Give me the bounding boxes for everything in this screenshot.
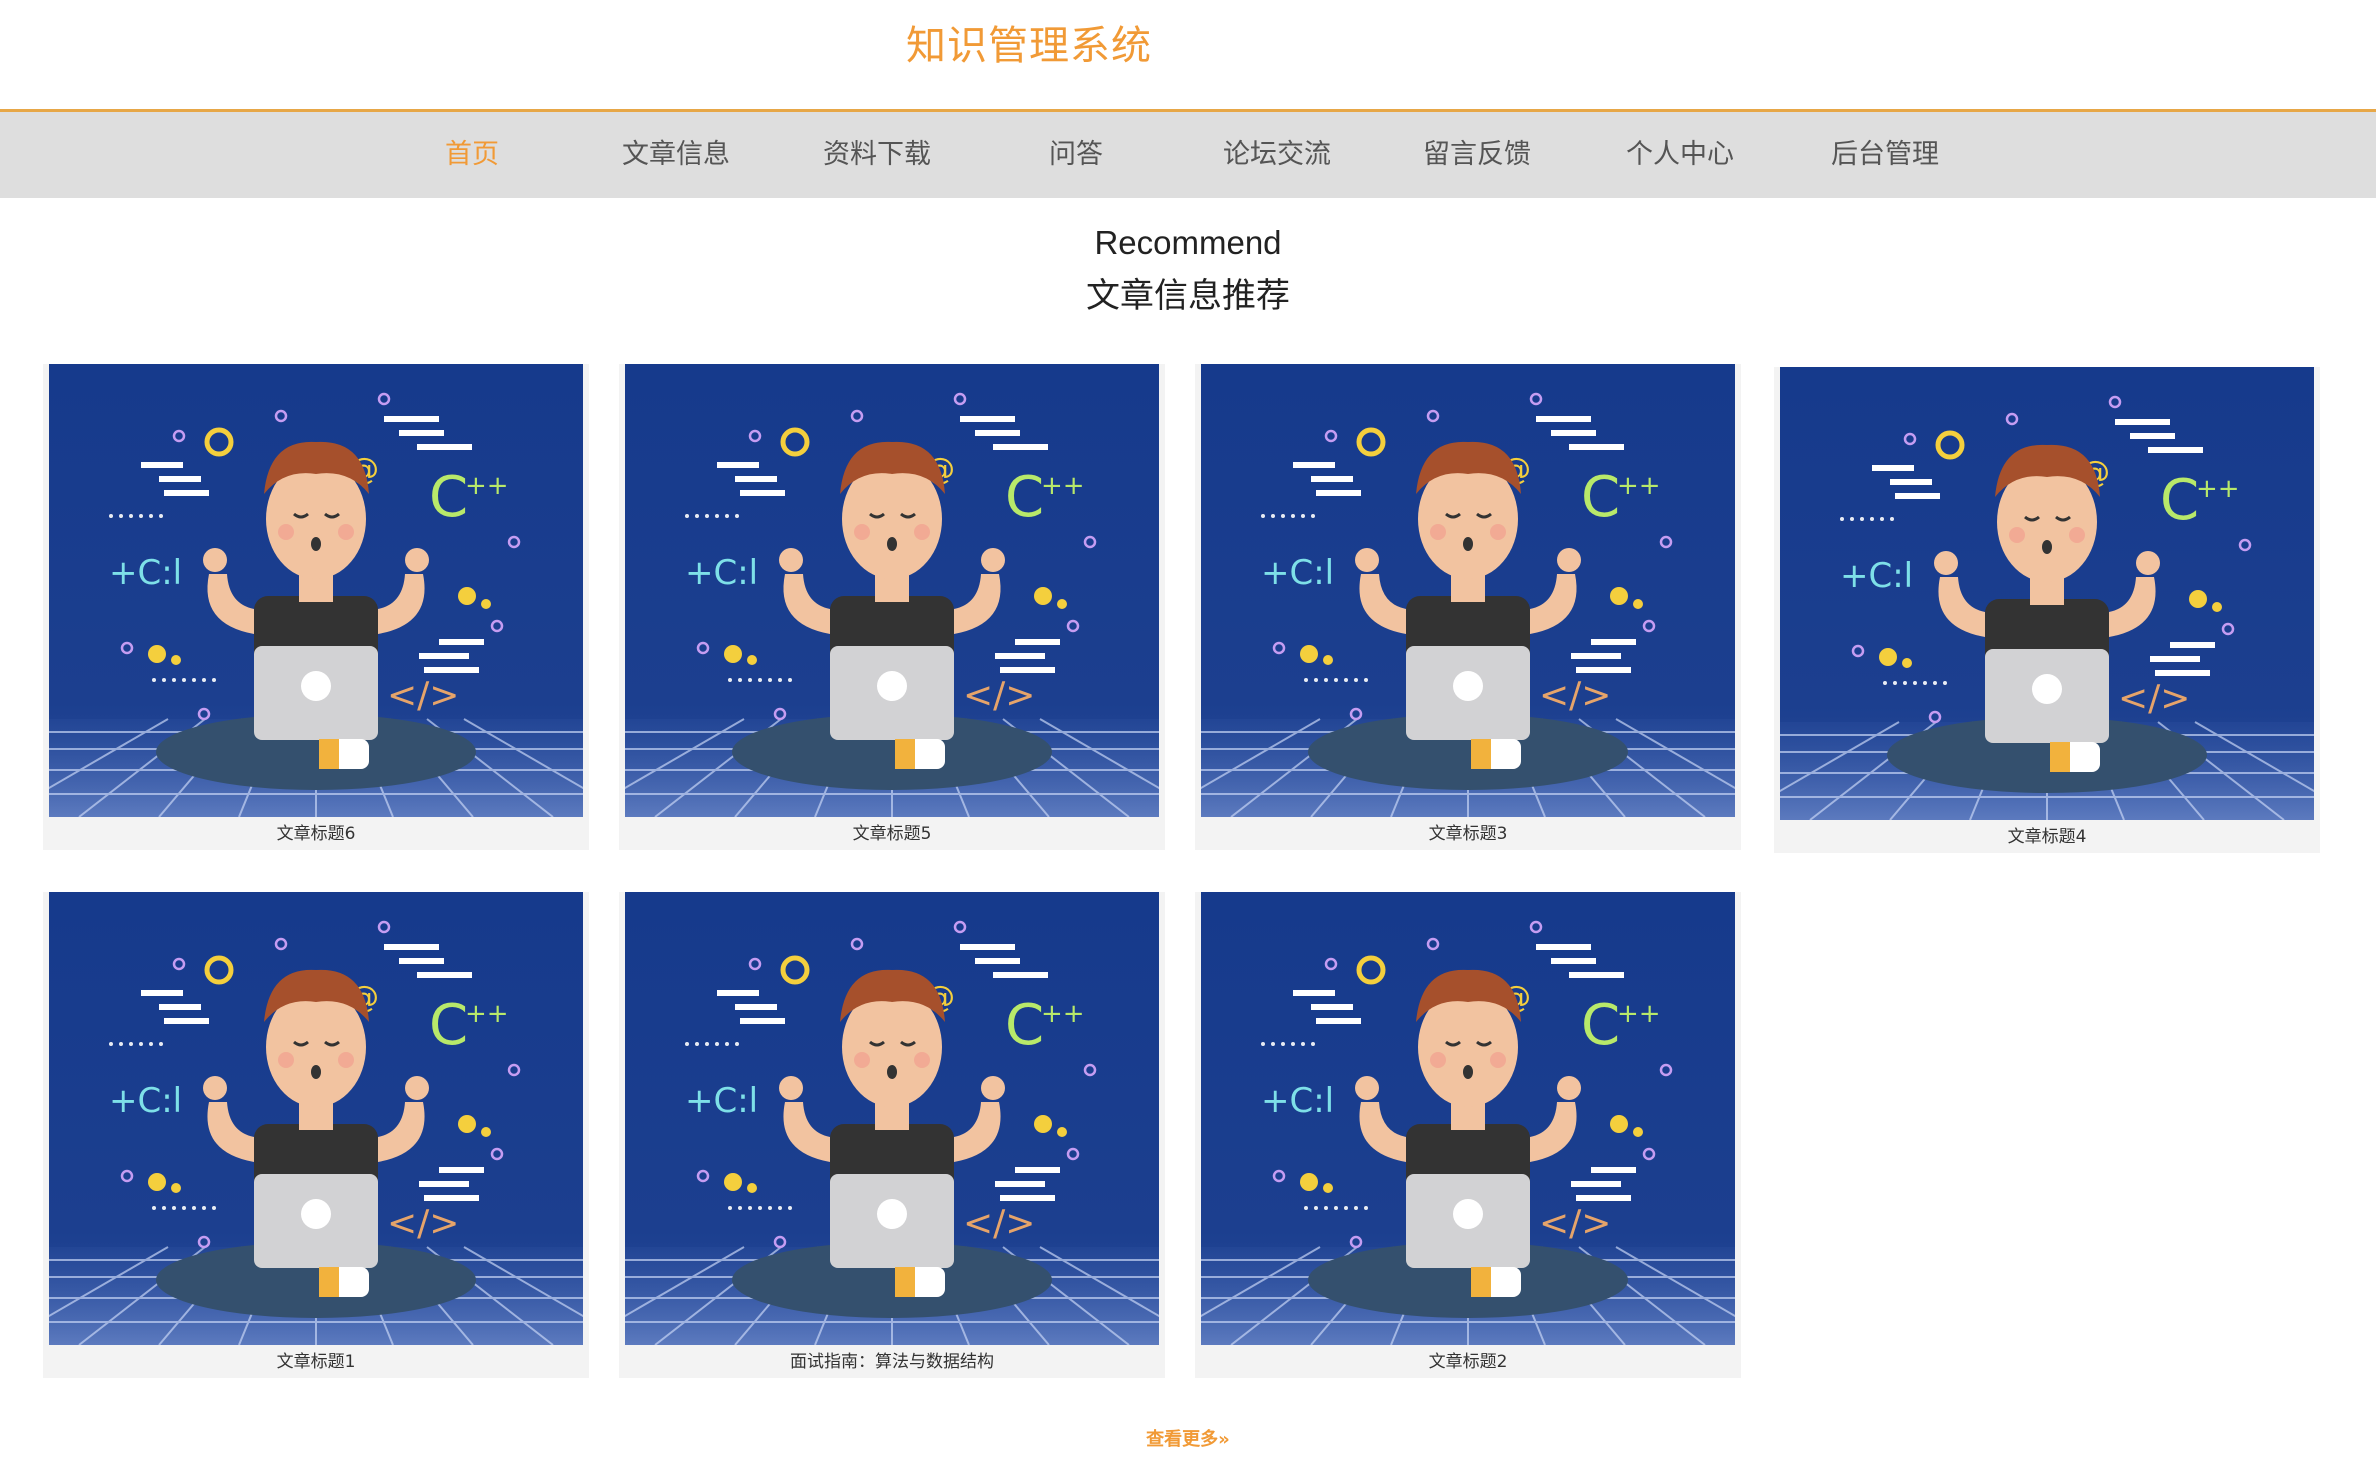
article-card-caption[interactable]: 文章标题2 [1195, 1347, 1741, 1378]
article-thumbnail-image[interactable] [625, 364, 1159, 817]
article-card-caption[interactable]: 面试指南：算法与数据结构 [619, 1347, 1165, 1378]
main-navbar: 首页 文章信息 资料下载 问答 论坛交流 留言反馈 个人中心 后台管理 [0, 109, 2376, 198]
nav-qa[interactable]: 问答 [1049, 112, 1103, 198]
article-thumbnail-image[interactable] [1201, 364, 1735, 817]
nav-home[interactable]: 首页 [445, 112, 499, 198]
nav-forum[interactable]: 论坛交流 [1223, 112, 1331, 198]
nav-downloads[interactable]: 资料下载 [823, 112, 931, 198]
article-card[interactable]: 文章标题4 [1774, 367, 2320, 853]
article-thumbnail-image[interactable] [49, 892, 583, 1345]
view-more-link[interactable]: 查看更多» [0, 1425, 2376, 1451]
recommend-title-en: Recommend [1094, 224, 1282, 261]
article-thumbnail-image[interactable] [1780, 367, 2314, 820]
nav-profile[interactable]: 个人中心 [1626, 112, 1734, 198]
article-thumbnail-image[interactable] [49, 364, 583, 817]
article-card-caption[interactable]: 文章标题4 [1774, 822, 2320, 853]
article-card[interactable]: 面试指南：算法与数据结构 [619, 892, 1165, 1378]
site-title: 知识管理系统 [906, 23, 1152, 69]
nav-articles[interactable]: 文章信息 [622, 112, 730, 198]
article-card[interactable]: 文章标题2 [1195, 892, 1741, 1378]
nav-admin[interactable]: 后台管理 [1831, 112, 1939, 198]
article-thumbnail-image[interactable] [625, 892, 1159, 1345]
article-thumbnail-image[interactable] [1201, 892, 1735, 1345]
article-card-caption[interactable]: 文章标题5 [619, 819, 1165, 850]
article-card-caption[interactable]: 文章标题6 [43, 819, 589, 850]
recommend-title-cn: 文章信息推荐 [1086, 276, 1290, 316]
article-card[interactable]: 文章标题6 [43, 364, 589, 850]
nav-feedback[interactable]: 留言反馈 [1423, 112, 1531, 198]
article-card[interactable]: 文章标题1 [43, 892, 589, 1378]
article-card-caption[interactable]: 文章标题1 [43, 1347, 589, 1378]
article-card[interactable]: 文章标题3 [1195, 364, 1741, 850]
article-card-caption[interactable]: 文章标题3 [1195, 819, 1741, 850]
article-card[interactable]: 文章标题5 [619, 364, 1165, 850]
